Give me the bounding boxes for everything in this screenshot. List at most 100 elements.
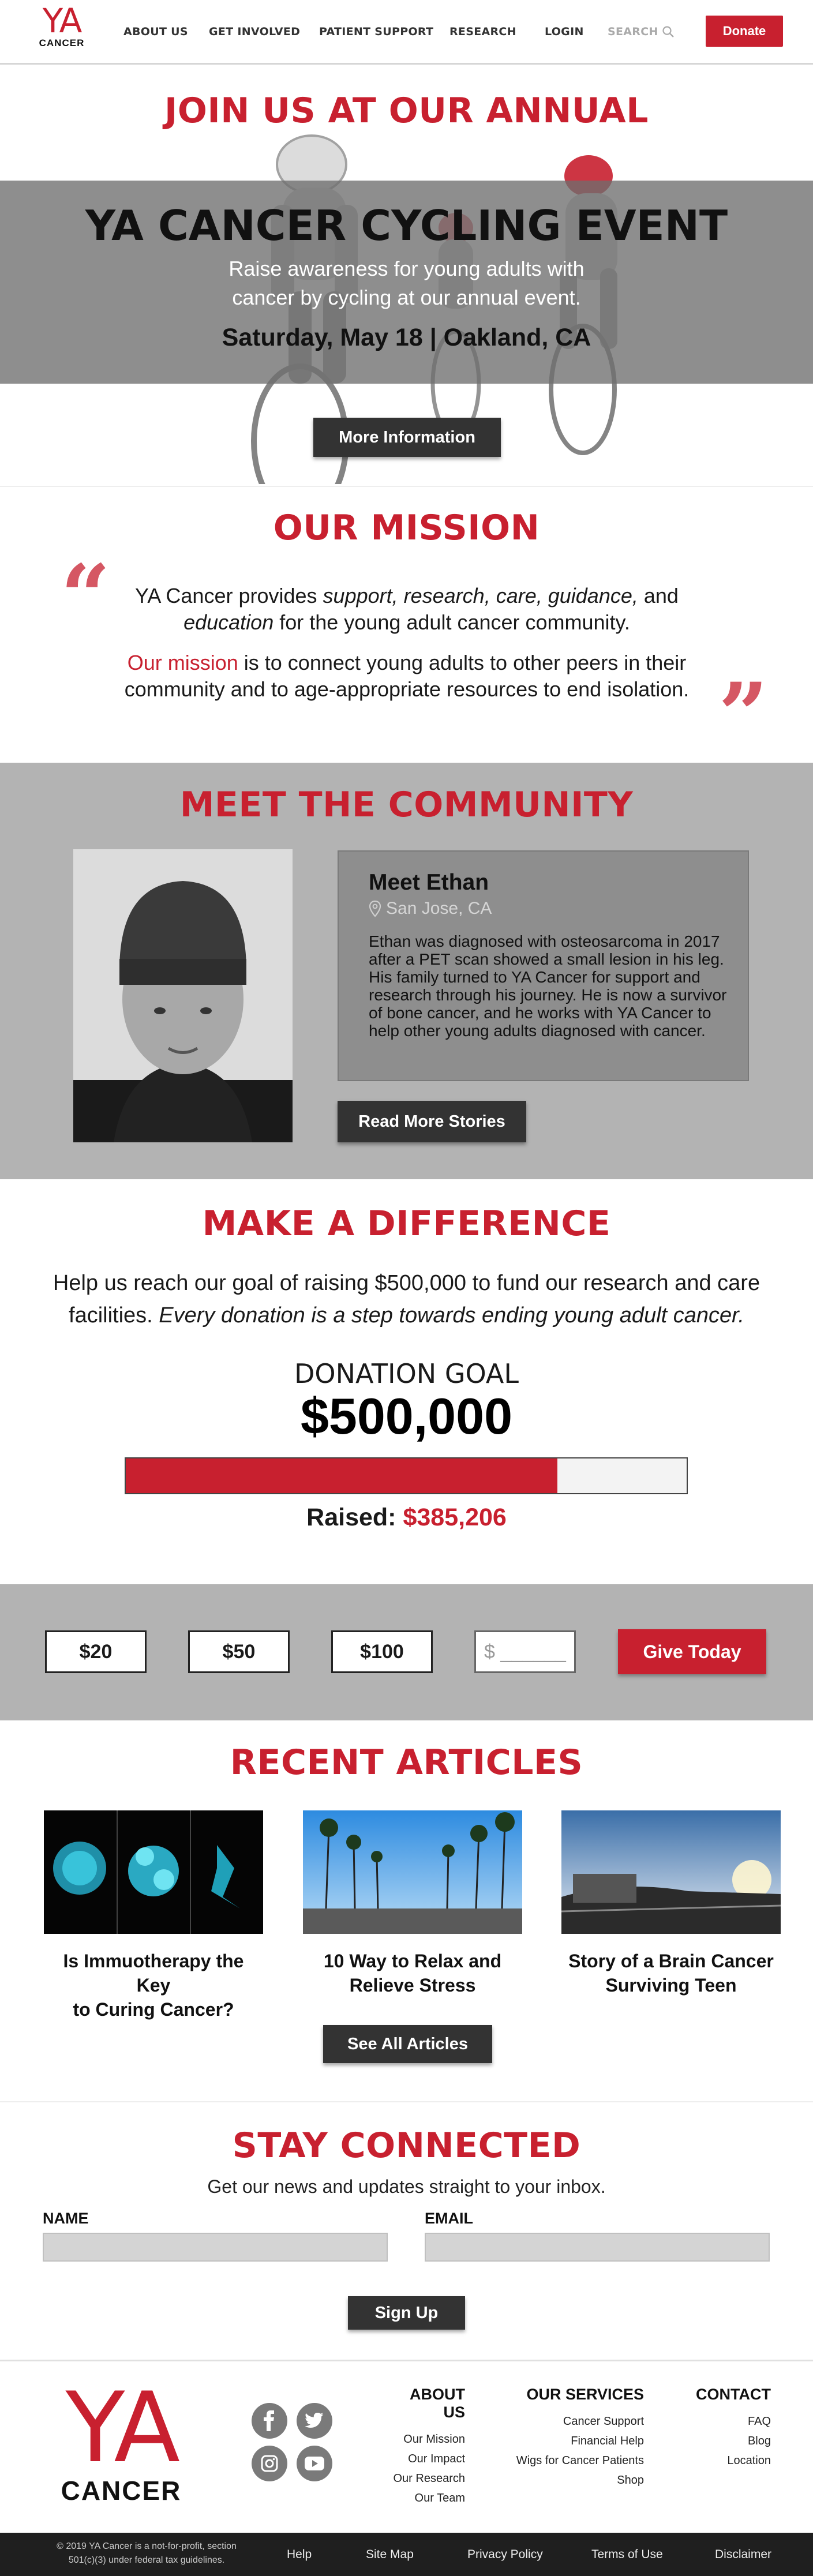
bottom-link-site-map[interactable]: Site Map bbox=[366, 2548, 414, 2562]
footer-link-faq[interactable]: FAQ bbox=[690, 2412, 771, 2431]
donate-button[interactable]: Donate bbox=[706, 16, 783, 47]
footer-logo-cancer: CANCER bbox=[61, 2476, 182, 2506]
stay-connected-subtitle: Get our news and updates straight to you… bbox=[207, 2176, 606, 2197]
footer-link-blog[interactable]: Blog bbox=[690, 2431, 771, 2451]
article-image-sunset bbox=[561, 1810, 781, 1934]
youtube-icon[interactable] bbox=[297, 2446, 332, 2481]
footer-link-our-mission[interactable]: Our Mission bbox=[384, 2429, 465, 2449]
amount-50-button[interactable]: $50 bbox=[188, 1630, 290, 1673]
hero-subtitle: Raise awareness for young adults with ca… bbox=[0, 254, 813, 312]
article-card[interactable]: Is Immuotherapy the Key to Curing Cancer… bbox=[44, 1810, 263, 2022]
bottom-link-help[interactable]: Help bbox=[287, 2548, 312, 2562]
community-section: MEET THE COMMUNITY Meet Ethan San Jose, … bbox=[0, 763, 813, 1179]
make-difference-section: MAKE A DIFFERENCE Help us reach our goal… bbox=[0, 1179, 813, 1584]
hero-subtitle-line-1: Raise awareness for young adults with bbox=[228, 257, 585, 280]
copyright-text: © 2019 YA Cancer is a not-for-profit, se… bbox=[57, 2541, 237, 2565]
sign-up-button[interactable]: Sign Up bbox=[348, 2296, 465, 2330]
logo-ya-text: YA bbox=[42, 1, 83, 40]
footer-services-column: OUR SERVICES Cancer Support Financial He… bbox=[508, 2386, 644, 2490]
article-title[interactable]: Story of a Brain Cancer Surviving Teen bbox=[561, 1949, 781, 1997]
difference-title: MAKE A DIFFERENCE bbox=[202, 1203, 611, 1244]
site-logo[interactable]: YA CANCER bbox=[30, 3, 93, 48]
footer-about-heading: ABOUT US bbox=[410, 2386, 465, 2421]
difference-text: Help us reach our goal of raising $500,0… bbox=[53, 1271, 760, 1328]
donation-goal-value: $500,000 bbox=[300, 1388, 513, 1445]
nav-search[interactable]: SEARCH bbox=[608, 25, 675, 38]
stay-connected-title: STAY CONNECTED bbox=[232, 2125, 581, 2166]
footer-link-our-impact[interactable]: Our Impact bbox=[384, 2449, 465, 2469]
see-all-articles-button[interactable]: See All Articles bbox=[323, 2025, 492, 2063]
footer-bottom-bar: © 2019 YA Cancer is a not-for-profit, se… bbox=[0, 2533, 813, 2576]
more-information-button[interactable]: More Information bbox=[313, 418, 501, 457]
nav-get-involved[interactable]: GET INVOLVED bbox=[209, 25, 300, 38]
custom-amount-input[interactable]: $ ______ bbox=[474, 1630, 576, 1673]
footer-services-heading: OUR SERVICES bbox=[526, 2386, 644, 2403]
bottom-link-disclaimer[interactable]: Disclaimer bbox=[715, 2548, 771, 2562]
donation-progress-bar bbox=[125, 1457, 688, 1494]
footer-link-our-team[interactable]: Our Team bbox=[384, 2488, 465, 2508]
footer-contact-column: CONTACT FAQ Blog Location bbox=[690, 2386, 771, 2470]
raised-amount: Raised: $385,206 bbox=[306, 1503, 507, 1531]
footer-link-financial-help[interactable]: Financial Help bbox=[508, 2431, 644, 2451]
story-name: Meet Ethan bbox=[369, 870, 489, 895]
stay-connected-section: STAY CONNECTED Get our news and updates … bbox=[0, 2101, 813, 2360]
name-label: NAME bbox=[43, 2210, 89, 2227]
articles-title: RECENT ARTICLES bbox=[230, 1742, 583, 1783]
mission-section: OUR MISSION “ ” YA Cancer provides suppo… bbox=[0, 486, 813, 763]
hero-subtitle-line-2: cancer by cycling at our annual event. bbox=[232, 286, 581, 309]
hero-kicker: JOIN US AT OUR ANNUAL bbox=[164, 91, 649, 131]
hero-date: Saturday, May 18 | Oakland, CA bbox=[222, 324, 591, 351]
article-title[interactable]: Is Immuotherapy the Key to Curing Cancer… bbox=[44, 1949, 263, 2022]
donation-goal-label: DONATION GOAL bbox=[294, 1358, 519, 1389]
footer-link-our-research[interactable]: Our Research bbox=[384, 2469, 466, 2488]
article-image-cells bbox=[44, 1810, 263, 1934]
article-title[interactable]: 10 Way to Relax and Relieve Stress bbox=[303, 1949, 522, 1997]
community-title: MEET THE COMMUNITY bbox=[179, 785, 634, 825]
instagram-icon[interactable] bbox=[252, 2446, 287, 2481]
story-location: San Jose, CA bbox=[369, 899, 492, 918]
amount-20-button[interactable]: $20 bbox=[45, 1630, 147, 1673]
footer-link-location[interactable]: Location bbox=[690, 2451, 771, 2470]
footer-logo[interactable]: YA CANCER bbox=[40, 2379, 202, 2504]
footer-link-cancer-support[interactable]: Cancer Support bbox=[508, 2412, 644, 2431]
footer: YA CANCER ABOUT US Our Mission Our Impac… bbox=[0, 2360, 813, 2533]
ethan-portrait bbox=[73, 849, 293, 1142]
read-more-stories-button[interactable]: Read More Stories bbox=[338, 1101, 526, 1142]
name-input[interactable] bbox=[43, 2233, 388, 2262]
give-today-button[interactable]: Give Today bbox=[618, 1629, 766, 1674]
donation-amount-bar: $20 $50 $100 $ ______ Give Today bbox=[0, 1584, 813, 1720]
nav-about-us[interactable]: ABOUT US bbox=[123, 25, 188, 38]
location-pin-icon bbox=[369, 900, 381, 917]
hero-section: JOIN US AT OUR ANNUAL YA CANCER CYCLING … bbox=[0, 66, 813, 484]
footer-link-wigs[interactable]: Wigs for Cancer Patients bbox=[508, 2451, 644, 2470]
amount-100-button[interactable]: $100 bbox=[331, 1630, 433, 1673]
facebook-icon[interactable] bbox=[252, 2403, 287, 2439]
mission-title: OUR MISSION bbox=[273, 508, 540, 548]
search-label: SEARCH bbox=[608, 25, 658, 38]
donation-progress-fill bbox=[126, 1458, 558, 1493]
email-input[interactable] bbox=[425, 2233, 770, 2262]
article-card[interactable]: 10 Way to Relax and Relieve Stress bbox=[303, 1810, 522, 1997]
footer-link-shop[interactable]: Shop bbox=[508, 2470, 644, 2490]
nav-login[interactable]: LOGIN bbox=[545, 25, 584, 38]
logo-cancer-text: CANCER bbox=[39, 38, 85, 48]
story-text: Ethan was diagnosed with osteosarcoma in… bbox=[369, 932, 727, 1040]
footer-contact-heading: CONTACT bbox=[696, 2386, 771, 2403]
story-card: Meet Ethan San Jose, CA Ethan was diagno… bbox=[338, 850, 749, 1081]
bottom-link-privacy-policy[interactable]: Privacy Policy bbox=[467, 2548, 543, 2562]
twitter-icon[interactable] bbox=[297, 2403, 332, 2439]
recent-articles-section: RECENT ARTICLES Is Immuotherapy the Key … bbox=[0, 1720, 813, 2101]
nav-patient-support[interactable]: PATIENT SUPPORT bbox=[319, 25, 433, 38]
search-icon bbox=[662, 26, 674, 38]
email-label: EMAIL bbox=[425, 2210, 473, 2227]
article-card[interactable]: Story of a Brain Cancer Surviving Teen bbox=[561, 1810, 781, 1997]
nav-research[interactable]: RESEARCH bbox=[449, 25, 516, 38]
hero-title: YA CANCER CYCLING EVENT bbox=[85, 201, 728, 250]
article-image-palms bbox=[303, 1810, 522, 1934]
hero-overlay-band: YA CANCER CYCLING EVENT Raise awareness … bbox=[0, 181, 813, 384]
mission-paragraph-2: Our mission is to connect young adults t… bbox=[124, 651, 690, 701]
bottom-link-terms-of-use[interactable]: Terms of Use bbox=[591, 2548, 663, 2562]
footer-logo-ya: YA bbox=[65, 2371, 181, 2484]
footer-about-column: ABOUT US Our Mission Our Impact Our Rese… bbox=[384, 2386, 466, 2508]
mission-paragraph-1: YA Cancer provides support, research, ca… bbox=[135, 584, 679, 634]
